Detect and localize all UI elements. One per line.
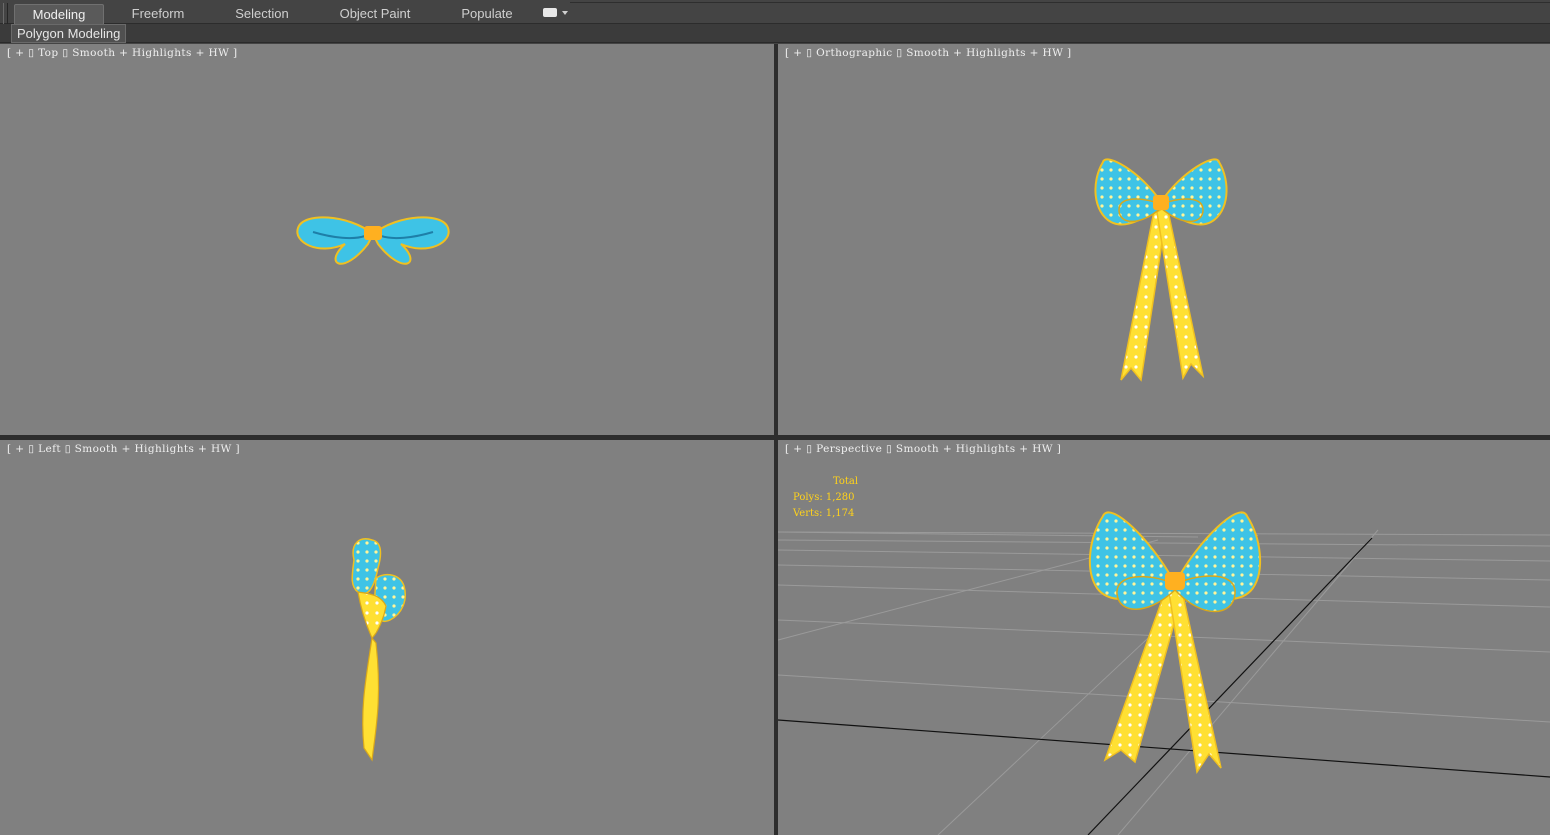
tab-selection[interactable]: Selection	[222, 4, 302, 23]
ribbon-tab-bar: Modeling Freeform Selection Object Paint…	[0, 0, 1550, 41]
ribbon-panel: Polygon Modeling	[0, 24, 1550, 43]
bow-orthographic-view	[1094, 158, 1228, 382]
ribbon-display-icon	[543, 8, 557, 17]
tab-freeform[interactable]: Freeform	[118, 4, 198, 23]
tab-modeling[interactable]: Modeling	[14, 4, 104, 24]
viewport-top[interactable]: [ + ▯ Top ▯ Smooth + Highlights + HW ]	[0, 44, 774, 435]
viewport-orthographic[interactable]: [ + ▯ Orthographic ▯ Smooth + Highlights…	[778, 44, 1550, 435]
viewport-perspective[interactable]: [ + ▯ Perspective ▯ Smooth + Highlights …	[778, 440, 1550, 835]
ribbon-divider	[570, 2, 1550, 3]
tab-object-paint[interactable]: Object Paint	[330, 4, 420, 23]
viewport-splitter-horizontal[interactable]	[0, 435, 1550, 440]
viewport-left[interactable]: [ + ▯ Left ▯ Smooth + Highlights + HW ]	[0, 440, 774, 835]
chevron-down-icon	[562, 11, 568, 15]
perspective-scene	[778, 511, 1550, 835]
tab-populate[interactable]: Populate	[452, 4, 522, 23]
bow-top-view	[296, 216, 450, 265]
ribbon-options-dropdown[interactable]	[543, 8, 569, 20]
bow-left-view	[351, 538, 406, 762]
polygon-modeling-panel-button[interactable]: Polygon Modeling	[11, 24, 127, 43]
